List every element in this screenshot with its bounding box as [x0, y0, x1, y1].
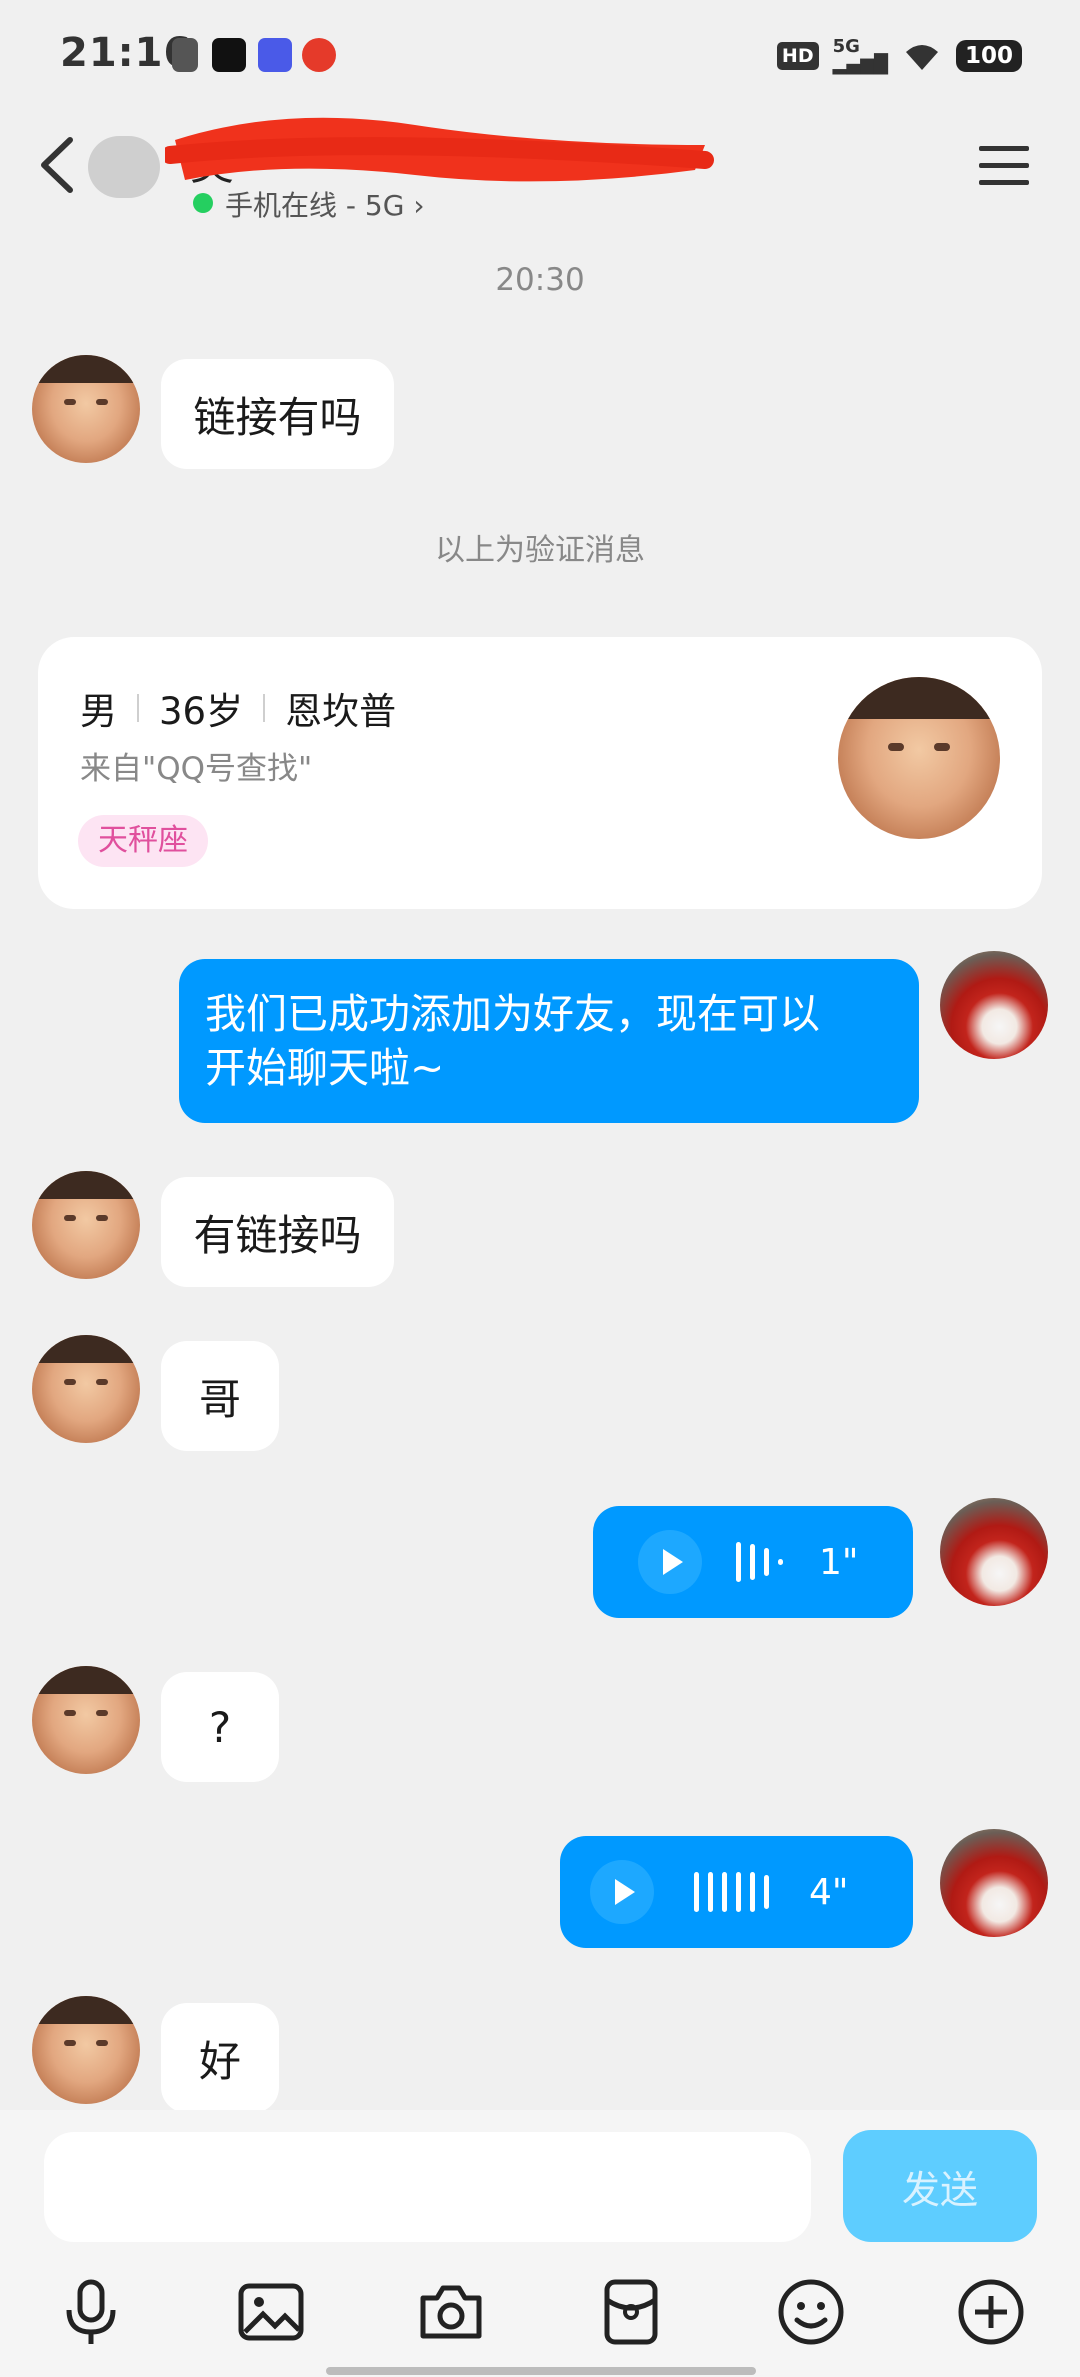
online-status: 手机在线 - 5G › — [225, 189, 425, 222]
image-icon[interactable] — [235, 2276, 307, 2348]
status-right: HD 5G ▂▄▆█ 100 — [776, 36, 1022, 75]
message-text: 有链接吗 — [193, 1210, 362, 1260]
tiktok-icon — [212, 38, 246, 72]
emoji-icon[interactable] — [775, 2276, 847, 2348]
network-label: 5G — [832, 36, 860, 57]
send-button[interactable]: 发送 — [843, 2130, 1037, 2242]
contact-avatar[interactable] — [32, 1171, 140, 1279]
voice-message[interactable]: 4" — [560, 1836, 913, 1948]
profile-age: 36岁 — [159, 690, 244, 733]
wifi-icon — [905, 45, 938, 70]
red-packet-icon[interactable] — [595, 2276, 667, 2348]
message-text: 开始聊天啦~ — [205, 1044, 445, 1092]
waveform-icon — [736, 1542, 783, 1582]
app-red-icon — [302, 38, 336, 72]
tieba-icon — [258, 38, 292, 72]
divider — [263, 694, 266, 722]
voice-duration: 1" — [819, 1541, 859, 1583]
message-bubble[interactable]: 有链接吗 — [161, 1177, 394, 1287]
contact-avatar[interactable] — [32, 1666, 140, 1774]
zodiac-tag: 天秤座 — [78, 815, 208, 867]
send-label: 发送 — [901, 2167, 978, 2212]
voice-message[interactable]: 1" — [593, 1506, 913, 1618]
message-text: 我们已成功添加为好友，现在可以 — [205, 990, 820, 1038]
status-bar: 21:16 HD 5G ▂▄▆█ 100 — [0, 0, 1080, 115]
contact-avatar[interactable] — [32, 355, 140, 463]
waveform-icon — [694, 1872, 769, 1912]
message-text: 好 — [198, 2036, 241, 2086]
chat-timestamp: 20:30 — [495, 262, 585, 298]
message-text: 哥 — [198, 1374, 241, 1424]
profile-location: 恩坎普 — [285, 690, 397, 733]
profile-card[interactable]: 男 36岁 恩坎普 来自"QQ号查找" 天秤座 — [38, 637, 1042, 909]
play-icon[interactable] — [590, 1860, 654, 1924]
my-avatar[interactable] — [940, 951, 1048, 1059]
voice-duration: 4" — [809, 1871, 849, 1913]
my-avatar[interactable] — [940, 1498, 1048, 1606]
message-bubble-outgoing[interactable]: 我们已成功添加为好友，现在可以 开始聊天啦~ — [179, 959, 919, 1123]
plus-icon[interactable] — [955, 2276, 1027, 2348]
online-status-text: 手机在线 - 5G — [225, 189, 405, 222]
online-dot — [193, 193, 213, 213]
message-bubble[interactable]: 哥 — [161, 1341, 279, 1451]
battery-icon: 100 — [955, 40, 1022, 72]
play-icon[interactable] — [638, 1530, 702, 1594]
message-text: 链接有吗 — [193, 392, 362, 442]
header-avatar[interactable] — [88, 136, 160, 198]
home-indicator[interactable] — [326, 2367, 756, 2375]
back-button[interactable] — [30, 130, 90, 200]
signal-icon: 5G ▂▄▆█ — [832, 36, 888, 75]
profile-info: 男 36岁 恩坎普 — [80, 681, 396, 735]
message-bubble[interactable]: 好 — [161, 2003, 279, 2113]
message-bubble[interactable]: ? — [161, 1672, 279, 1782]
divider — [137, 694, 139, 722]
message-input[interactable] — [44, 2132, 811, 2242]
camera-icon[interactable] — [415, 2276, 487, 2348]
contact-avatar[interactable] — [32, 1335, 140, 1443]
contact-avatar[interactable] — [32, 1996, 140, 2104]
profile-avatar[interactable] — [838, 677, 1000, 839]
clipboard-icon — [172, 38, 198, 72]
profile-source: 来自"QQ号查找" — [80, 751, 313, 787]
message-text: ? — [208, 1702, 232, 1752]
mic-icon[interactable] — [55, 2276, 127, 2348]
verify-notice: 以上为验证消息 — [435, 533, 645, 568]
hd-badge: HD — [776, 42, 819, 70]
my-avatar[interactable] — [940, 1829, 1048, 1937]
profile-gender: 男 — [80, 690, 117, 733]
hamburger-menu-icon — [979, 146, 1029, 185]
message-bubble[interactable]: 链接有吗 — [161, 359, 394, 469]
menu-button[interactable] — [975, 140, 1033, 192]
chevron-left-icon — [41, 137, 73, 193]
